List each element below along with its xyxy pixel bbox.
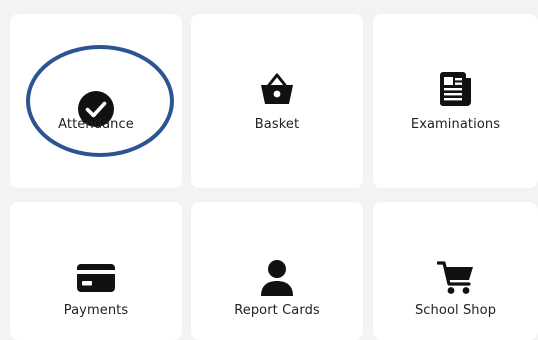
tile-label-basket: Basket [254,117,300,132]
credit-card-icon [77,264,115,292]
shopping-cart-icon [436,261,473,294]
tile-label-report-cards: Report Cards [234,303,320,318]
tile-basket[interactable]: Basket [191,14,363,188]
person-icon [261,260,293,296]
tile-label-attendance: Attendance [58,117,134,132]
tile-label-school-shop: School Shop [414,303,497,318]
tile-examinations[interactable]: Examinations [373,14,538,188]
tile-label-examinations: Examinations [410,117,501,132]
newspaper-icon [439,72,471,106]
tile-report-cards[interactable]: Report Cards [191,202,363,340]
tile-attendance[interactable]: Attendance [10,14,182,188]
tile-payments[interactable]: Payments [10,202,182,340]
tile-label-payments: Payments [63,303,129,318]
basket-icon [261,73,293,104]
tile-school-shop[interactable]: School Shop [373,202,538,340]
